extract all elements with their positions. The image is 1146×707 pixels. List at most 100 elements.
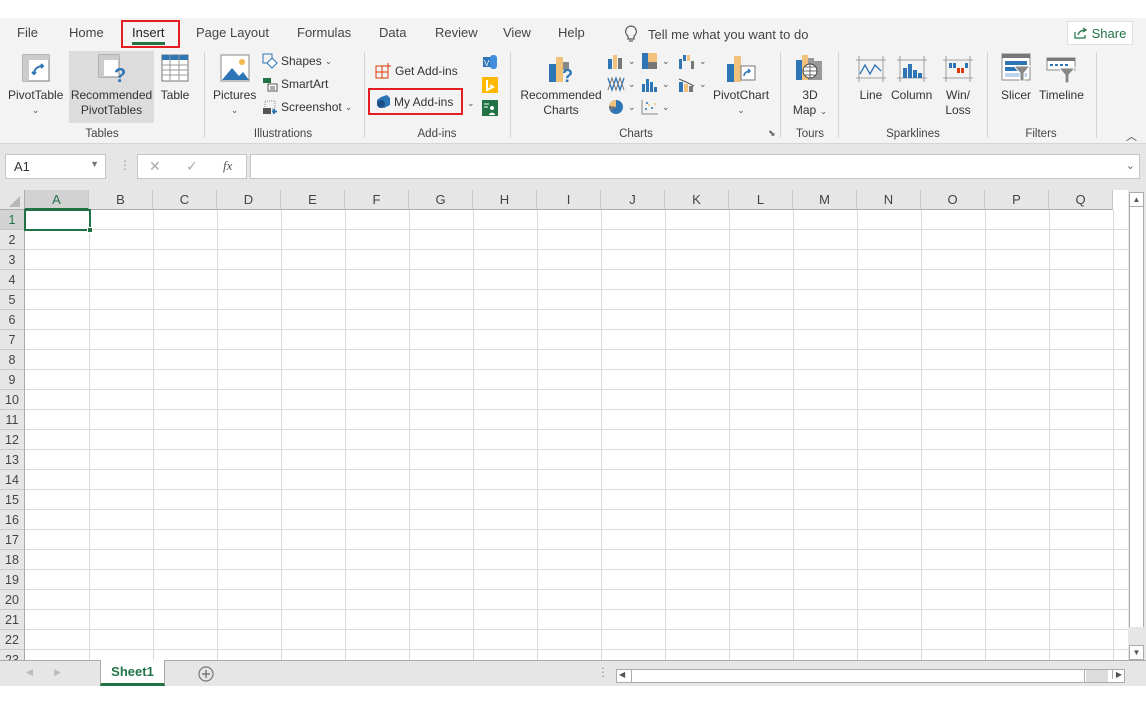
formula-bar-grip-icon[interactable]: ⋮ (119, 158, 131, 172)
recommended-pivottables-button[interactable]: ? Recommended PivotTables (70, 52, 153, 118)
horizontal-scroll-thumb[interactable] (631, 670, 1085, 682)
recommended-charts-button[interactable]: ? Recommended Charts (518, 52, 604, 118)
tab-file[interactable]: File (17, 25, 38, 40)
row-header[interactable]: 7 (0, 330, 25, 350)
column-header[interactable]: K (665, 190, 729, 210)
row-header[interactable]: 3 (0, 250, 25, 270)
row-header[interactable]: 11 (0, 410, 25, 430)
scatter-chart-button[interactable]: ⌄ (641, 99, 670, 115)
sparkline-column-button[interactable]: Column (891, 52, 932, 103)
pictures-button[interactable]: Pictures ⌄ (213, 52, 256, 118)
row-header[interactable]: 13 (0, 450, 25, 470)
column-header[interactable]: D (217, 190, 281, 210)
row-header[interactable]: 21 (0, 610, 25, 630)
tab-home[interactable]: Home (69, 25, 104, 40)
column-header[interactable]: N (857, 190, 921, 210)
column-header[interactable]: C (153, 190, 217, 210)
screenshot-button[interactable]: Screenshot ⌄ (262, 99, 352, 115)
column-header[interactable]: B (89, 190, 153, 210)
row-header[interactable]: 22 (0, 630, 25, 650)
tab-view[interactable]: View (503, 25, 531, 40)
column-header[interactable]: G (409, 190, 473, 210)
hierarchy-chart-button[interactable]: ⌄ (641, 53, 670, 69)
row-header[interactable]: 14 (0, 470, 25, 490)
formula-input[interactable]: ⌄ (250, 154, 1140, 179)
charts-dialog-launcher-icon[interactable]: ⬊ (768, 128, 776, 139)
scroll-down-button[interactable]: ▼ (1129, 645, 1144, 660)
get-addins-button[interactable]: Get Add-ins (375, 62, 458, 79)
row-header[interactable]: 23 (0, 650, 25, 660)
table-button[interactable]: Table (159, 52, 191, 103)
shapes-button[interactable]: Shapes ⌄ (262, 53, 332, 69)
3d-map-button[interactable]: 3D Map ⌄ (792, 52, 828, 119)
my-addins-dropdown-icon[interactable]: ⌄ (467, 98, 475, 109)
column-header[interactable]: M (793, 190, 857, 210)
name-box[interactable]: A1 ▼ (5, 154, 106, 179)
horizontal-scrollbar[interactable]: ◀ ▶ (616, 669, 1125, 683)
pivotchart-button[interactable]: PivotChart ⌄ (713, 52, 769, 118)
tab-page-layout[interactable]: Page Layout (196, 25, 269, 40)
column-chart-button[interactable]: ⌄ (607, 53, 636, 69)
select-all-button[interactable] (0, 190, 25, 210)
combo-chart-button[interactable]: ⌄ (678, 76, 707, 92)
collapse-ribbon-icon[interactable]: ︿ (1126, 128, 1137, 144)
tab-help[interactable]: Help (558, 25, 585, 40)
line-chart-button[interactable]: ⌄ (607, 76, 636, 92)
tab-split-grip-icon[interactable]: ⋮ (597, 665, 609, 679)
pie-chart-button[interactable]: ⌄ (607, 99, 636, 115)
column-header[interactable]: P (985, 190, 1049, 210)
vertical-scroll-thumb[interactable] (1129, 207, 1144, 627)
row-header[interactable]: 5 (0, 290, 25, 310)
fill-handle[interactable] (87, 227, 93, 233)
row-header[interactable]: 16 (0, 510, 25, 530)
row-header[interactable]: 19 (0, 570, 25, 590)
row-header[interactable]: 9 (0, 370, 25, 390)
scroll-sheets-left-icon[interactable]: ◀ (26, 667, 33, 678)
tab-formulas[interactable]: Formulas (297, 25, 351, 40)
expand-formula-bar-icon[interactable]: ⌄ (1126, 159, 1135, 172)
insert-function-icon[interactable]: fx (223, 158, 232, 174)
scroll-up-button[interactable]: ▲ (1129, 192, 1144, 207)
scroll-right-button[interactable]: ▶ (1111, 670, 1122, 679)
spreadsheet-grid[interactable]: A B C D E F G H I J K L M N O P Q 1 2 3 4 5 6 7 8 9 10 11 12 13 14 15 16… (0, 190, 1128, 660)
active-cell[interactable] (24, 209, 91, 231)
column-header[interactable]: L (729, 190, 793, 210)
sparkline-line-button[interactable]: Line (855, 52, 887, 103)
tab-review[interactable]: Review (435, 25, 478, 40)
row-header[interactable]: 2 (0, 230, 25, 250)
row-header[interactable]: 15 (0, 490, 25, 510)
column-header[interactable]: J (601, 190, 665, 210)
bing-icon[interactable] (482, 77, 498, 93)
sheet-tab-sheet1[interactable]: Sheet1 (100, 660, 165, 686)
scroll-left-button[interactable]: ◀ (619, 670, 625, 679)
row-header[interactable]: 17 (0, 530, 25, 550)
sparkline-winloss-button[interactable]: Win/ Loss (942, 52, 974, 118)
row-header[interactable]: 20 (0, 590, 25, 610)
share-button[interactable]: Share (1067, 21, 1133, 45)
row-header[interactable]: 10 (0, 390, 25, 410)
new-sheet-icon[interactable] (198, 666, 214, 682)
slicer-button[interactable]: Slicer (1000, 52, 1032, 103)
column-header[interactable]: I (537, 190, 601, 210)
waterfall-chart-button[interactable]: ⌄ (678, 53, 707, 69)
pivottable-button[interactable]: PivotTable ⌄ (8, 52, 63, 118)
row-header[interactable]: 18 (0, 550, 25, 570)
tab-data[interactable]: Data (379, 25, 406, 40)
column-header[interactable]: O (921, 190, 985, 210)
timeline-button[interactable]: Timeline (1039, 52, 1084, 103)
statistic-chart-button[interactable]: ⌄ (641, 76, 670, 92)
smartart-button[interactable]: SmartArt (262, 76, 328, 92)
column-header[interactable]: A (25, 190, 89, 210)
column-header[interactable]: H (473, 190, 537, 210)
column-header[interactable]: E (281, 190, 345, 210)
tell-me-search[interactable]: Tell me what you want to do (624, 25, 808, 43)
vertical-scrollbar[interactable]: ▲ ▼ (1128, 190, 1146, 660)
column-header[interactable]: Q (1049, 190, 1113, 210)
row-header[interactable]: 8 (0, 350, 25, 370)
row-header[interactable]: 1 (0, 210, 25, 230)
scroll-sheets-right-icon[interactable]: ▶ (54, 667, 61, 678)
column-header[interactable]: F (345, 190, 409, 210)
people-graph-icon[interactable] (482, 100, 498, 116)
row-header[interactable]: 4 (0, 270, 25, 290)
row-header[interactable]: 6 (0, 310, 25, 330)
